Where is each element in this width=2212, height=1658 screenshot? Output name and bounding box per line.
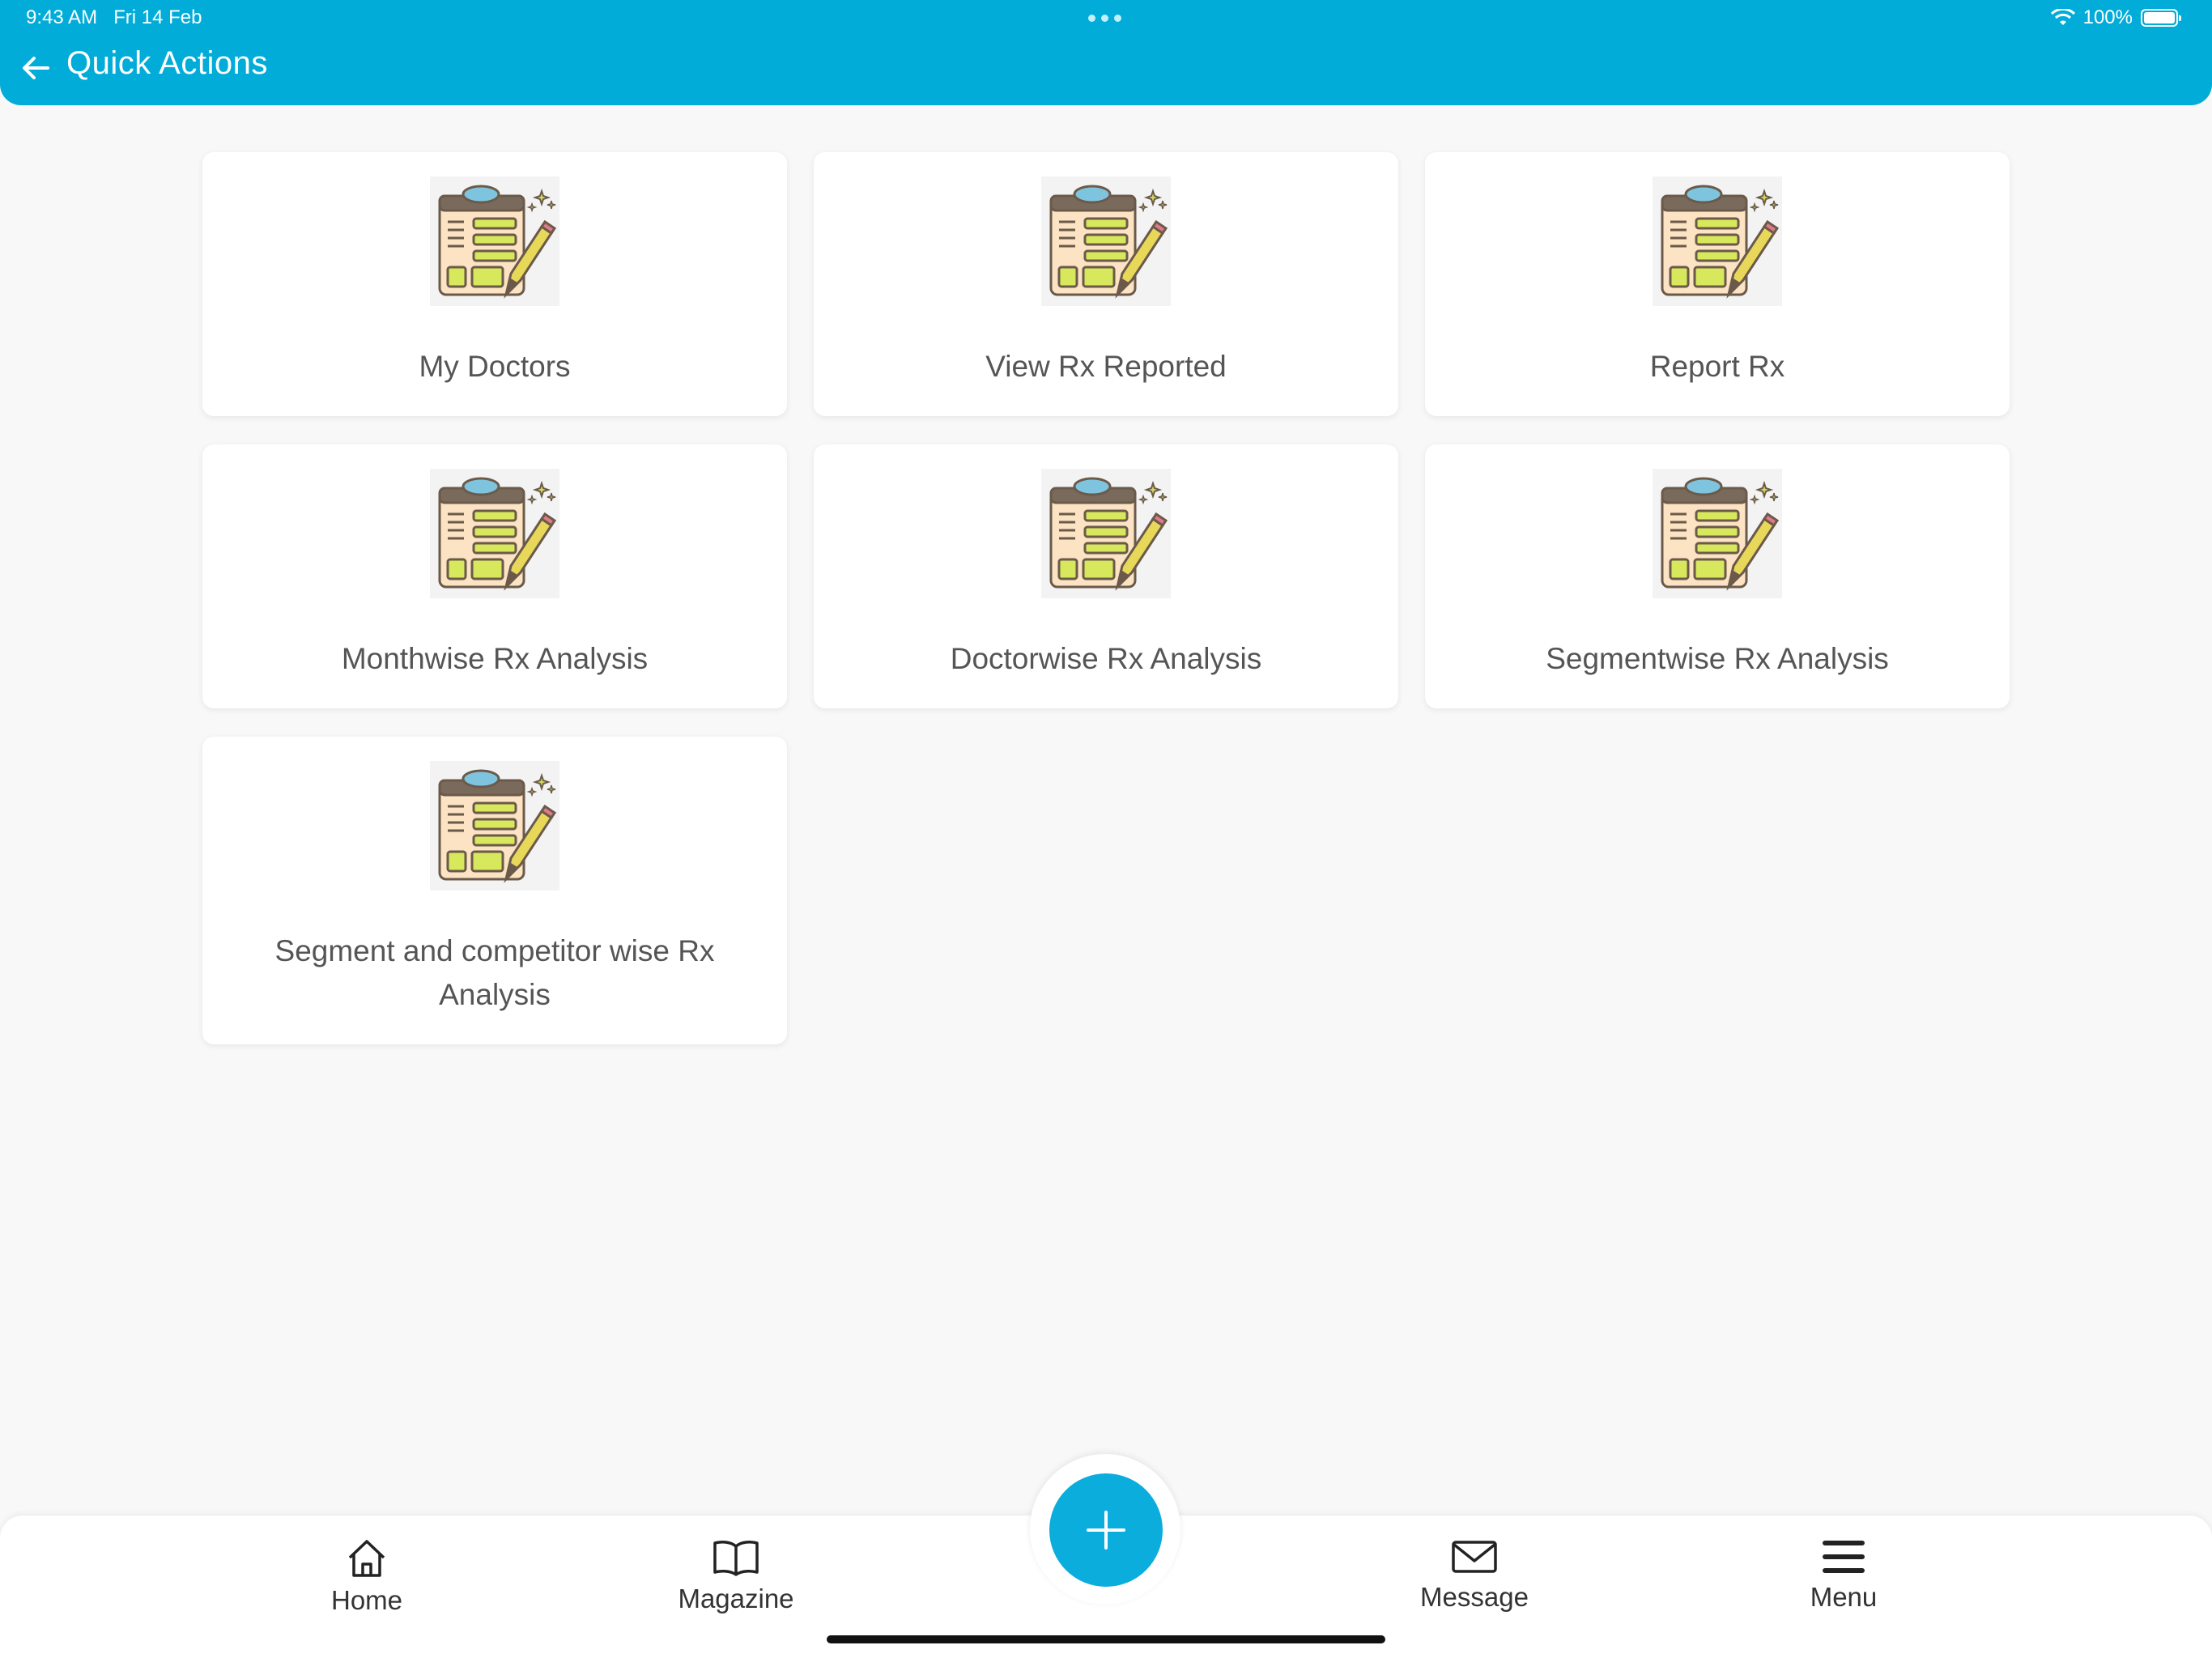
arrow-left-icon — [23, 57, 49, 79]
status-bar-time: 9:43 AM Fri 14 Feb — [26, 6, 202, 29]
quick-action-card[interactable]: Report Rx — [1425, 152, 2010, 416]
quick-action-label: Doctorwise Rx Analysis — [950, 642, 1262, 675]
clipboard-pencil-icon — [1653, 176, 1782, 306]
multitasking-dots-icon[interactable] — [1088, 15, 1121, 22]
page-title: Quick Actions — [66, 45, 268, 81]
quick-action-card[interactable]: View Rx Reported — [814, 152, 1398, 416]
quick-action-label: Monthwise Rx Analysis — [341, 642, 649, 675]
quick-action-card[interactable]: My Doctors — [202, 152, 787, 416]
nav-home[interactable]: Home — [270, 1538, 464, 1616]
status-date: Fri 14 Feb — [113, 6, 202, 28]
quick-action-label: Segment and competitor wise Rx Analysis — [274, 934, 715, 1011]
status-time: 9:43 AM — [26, 6, 98, 28]
quick-action-label: View Rx Reported — [985, 350, 1227, 383]
nav-menu-label: Menu — [1810, 1582, 1878, 1612]
status-bar-right: 100% — [2050, 6, 2181, 29]
clipboard-pencil-icon — [430, 469, 559, 598]
battery-icon — [2141, 9, 2181, 27]
home-icon — [348, 1540, 385, 1577]
hamburger-menu-icon — [1823, 1541, 1865, 1573]
nav-message-label: Message — [1420, 1582, 1529, 1612]
nav-menu[interactable]: Menu — [1746, 1538, 1941, 1613]
clipboard-pencil-icon — [1653, 469, 1782, 598]
plus-icon — [1087, 1511, 1125, 1550]
quick-actions-grid: My Doctors View Rx Reported Report Rx Mo… — [202, 152, 2010, 1044]
clipboard-pencil-icon — [430, 761, 559, 891]
quick-action-card[interactable]: Doctorwise Rx Analysis — [814, 444, 1398, 708]
back-button[interactable] — [18, 50, 53, 86]
quick-action-card[interactable]: Segmentwise Rx Analysis — [1425, 444, 2010, 708]
top-app-bar: 9:43 AM Fri 14 Feb 100% Quick Actions — [0, 0, 2212, 105]
quick-action-label: My Doctors — [419, 350, 571, 383]
home-indicator[interactable] — [827, 1635, 1385, 1643]
nav-magazine-label: Magazine — [678, 1584, 794, 1613]
quick-action-label: Report Rx — [1649, 350, 1785, 383]
quick-action-card[interactable]: Monthwise Rx Analysis — [202, 444, 787, 708]
nav-message[interactable]: Message — [1377, 1538, 1572, 1613]
envelope-icon — [1452, 1541, 1497, 1573]
quick-action-card[interactable]: Segment and competitor wise Rx Analysis — [202, 737, 787, 1044]
clipboard-pencil-icon — [430, 176, 559, 306]
quick-action-label: Segmentwise Rx Analysis — [1546, 642, 1889, 675]
book-open-icon — [713, 1541, 759, 1576]
battery-percent: 100% — [2082, 6, 2133, 28]
nav-home-label: Home — [330, 1585, 403, 1615]
clipboard-pencil-icon — [1041, 176, 1171, 306]
clipboard-pencil-icon — [1041, 469, 1171, 598]
nav-magazine[interactable]: Magazine — [639, 1538, 833, 1614]
add-button[interactable] — [1049, 1473, 1163, 1587]
wifi-icon — [2050, 9, 2075, 25]
